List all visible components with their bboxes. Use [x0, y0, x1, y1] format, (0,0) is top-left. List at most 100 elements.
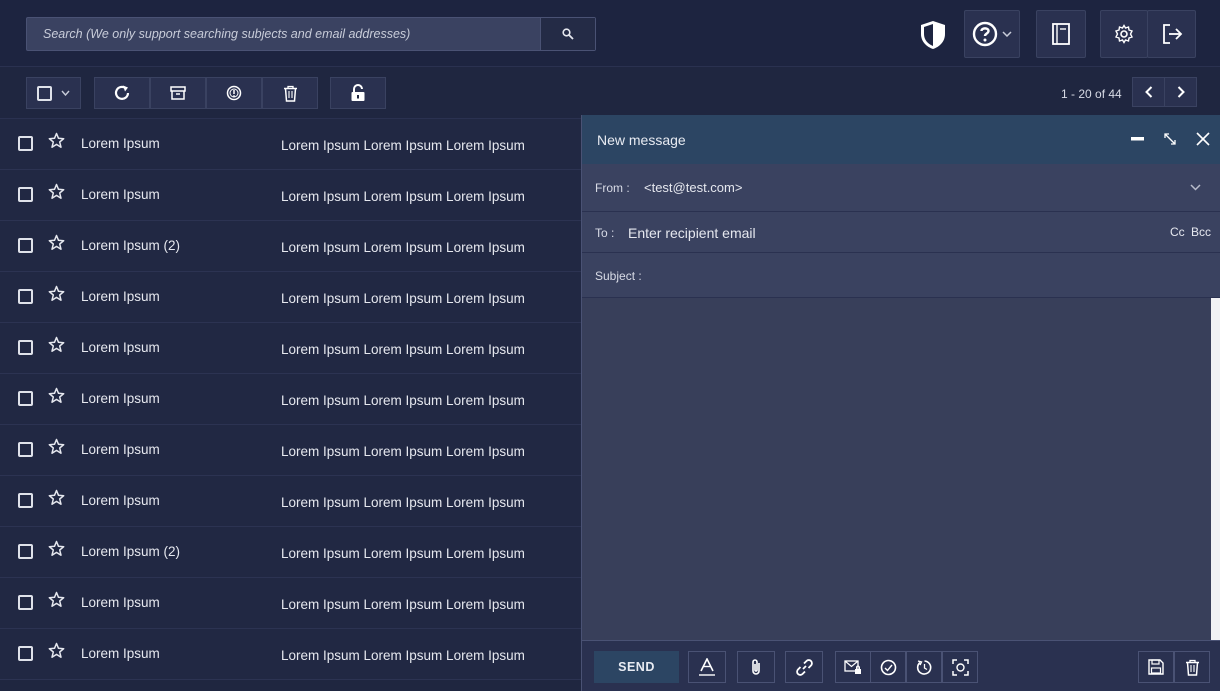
table-row[interactable]: Lorem Ipsum Lorem Ipsum Lorem Ipsum Lorem… — [0, 170, 582, 221]
compose-title: New message — [597, 131, 686, 148]
delete-button[interactable] — [262, 77, 318, 109]
gear-icon — [1114, 24, 1134, 44]
recipient-input[interactable] — [628, 223, 1148, 243]
table-row[interactable]: Lorem Ipsum Lorem Ipsum Lorem Ipsum Lorem… — [0, 629, 582, 680]
timer-icon — [880, 659, 897, 676]
message-sender: Lorem Ipsum — [81, 187, 160, 202]
settings-button[interactable] — [1100, 10, 1148, 58]
search-icon — [562, 28, 574, 40]
message-subject: Lorem Ipsum Lorem Ipsum Lorem Ipsum — [281, 444, 525, 459]
attach-button[interactable] — [737, 651, 775, 683]
message-subject: Lorem Ipsum Lorem Ipsum Lorem Ipsum — [281, 597, 525, 612]
table-row[interactable]: Lorem Ipsum Lorem Ipsum Lorem Ipsum Lorem… — [0, 323, 582, 374]
subject-field: Subject : — [582, 253, 1220, 298]
star-icon[interactable] — [48, 540, 65, 557]
star-icon[interactable] — [48, 489, 65, 506]
star-icon[interactable] — [48, 183, 65, 200]
text-format-icon — [699, 658, 715, 676]
message-sender: Lorem Ipsum (2) — [81, 238, 181, 253]
select-all-checkbox[interactable] — [37, 85, 52, 101]
table-row[interactable]: Lorem Ipsum Lorem Ipsum Lorem Ipsum Lorem… — [0, 578, 582, 629]
table-row[interactable]: Lorem Ipsum Lorem Ipsum Lorem Ipsum Lorem… — [0, 476, 582, 527]
table-row[interactable]: Lorem Ipsum Lorem Ipsum Lorem Ipsum Lorem… — [0, 272, 582, 323]
message-sender: Lorem Ipsum — [81, 442, 160, 457]
paperclip-icon — [750, 658, 762, 676]
text-format-button[interactable] — [688, 651, 726, 683]
more-options-button[interactable] — [942, 651, 978, 683]
bcc-button[interactable]: Bcc — [1191, 225, 1211, 239]
encrypt-mail-button[interactable] — [835, 651, 871, 683]
message-sender: Lorem Ipsum — [81, 493, 160, 508]
expiration-button[interactable] — [870, 651, 906, 683]
help-icon — [972, 21, 998, 47]
scrollbar[interactable] — [1211, 298, 1220, 640]
table-row[interactable]: Lorem Ipsum Lorem Ipsum Lorem Ipsum Lorem… — [0, 119, 582, 170]
save-draft-button[interactable] — [1138, 651, 1174, 683]
star-icon[interactable] — [48, 132, 65, 149]
star-icon[interactable] — [48, 285, 65, 302]
table-row[interactable]: Lorem Ipsum Lorem Ipsum Lorem Ipsum Lorem… — [0, 425, 582, 476]
help-button[interactable] — [964, 10, 1020, 58]
refresh-button[interactable] — [94, 77, 150, 109]
focus-frame-icon — [951, 658, 969, 676]
message-subject: Lorem Ipsum Lorem Ipsum Lorem Ipsum — [281, 546, 525, 561]
row-checkbox[interactable] — [18, 544, 33, 559]
row-checkbox[interactable] — [18, 442, 33, 457]
shield-icon[interactable] — [919, 20, 947, 50]
message-sender: Lorem Ipsum — [81, 136, 160, 151]
star-icon[interactable] — [48, 387, 65, 404]
subject-input[interactable] — [644, 265, 1204, 285]
row-checkbox[interactable] — [18, 187, 33, 202]
table-row[interactable]: Lorem Ipsum (2) Lorem Ipsum Lorem Ipsum L… — [0, 527, 582, 578]
previous-page-button[interactable] — [1132, 77, 1165, 107]
pagination-text: 1 - 20 of 44 — [1061, 87, 1122, 101]
spam-button[interactable] — [206, 77, 262, 109]
chevron-down-icon — [1002, 31, 1012, 37]
cc-button[interactable]: Cc — [1170, 225, 1185, 239]
message-subject: Lorem Ipsum Lorem Ipsum Lorem Ipsum — [281, 138, 525, 153]
logout-button[interactable] — [1147, 10, 1196, 58]
next-page-button[interactable] — [1164, 77, 1197, 107]
message-subject: Lorem Ipsum Lorem Ipsum Lorem Ipsum — [281, 240, 525, 255]
message-subject: Lorem Ipsum Lorem Ipsum Lorem Ipsum — [281, 648, 525, 663]
table-row[interactable]: Lorem Ipsum (2) Lorem Ipsum Lorem Ipsum L… — [0, 221, 582, 272]
message-subject: Lorem Ipsum Lorem Ipsum Lorem Ipsum — [281, 189, 525, 204]
send-button[interactable]: SEND — [594, 651, 679, 683]
link-icon — [795, 658, 813, 676]
message-sender: Lorem Ipsum — [81, 289, 160, 304]
star-icon[interactable] — [48, 642, 65, 659]
unlock-button[interactable] — [330, 77, 386, 109]
archive-button[interactable] — [150, 77, 206, 109]
star-icon[interactable] — [48, 591, 65, 608]
search-button[interactable] — [540, 18, 595, 50]
trash-icon — [283, 85, 298, 102]
expand-icon[interactable] — [1163, 132, 1177, 146]
row-checkbox[interactable] — [18, 646, 33, 661]
search-input[interactable] — [27, 18, 540, 50]
table-row[interactable]: Lorem Ipsum Lorem Ipsum Lorem Ipsum Lorem… — [0, 374, 582, 425]
refresh-icon — [113, 84, 131, 102]
message-list: Lorem Ipsum Lorem Ipsum Lorem Ipsum Lorem… — [0, 119, 582, 680]
row-checkbox[interactable] — [18, 391, 33, 406]
star-icon[interactable] — [48, 438, 65, 455]
message-body[interactable] — [582, 298, 1211, 640]
discard-button[interactable] — [1174, 651, 1210, 683]
schedule-button[interactable] — [906, 651, 942, 683]
notebook-button[interactable] — [1036, 10, 1086, 58]
row-checkbox[interactable] — [18, 238, 33, 253]
minimize-icon[interactable] — [1131, 137, 1144, 141]
from-field[interactable]: From : <test@test.com> — [582, 164, 1220, 212]
row-checkbox[interactable] — [18, 136, 33, 151]
chevron-down-icon[interactable] — [1190, 184, 1201, 191]
link-button[interactable] — [785, 651, 823, 683]
select-all-dropdown[interactable] — [26, 77, 81, 109]
from-label: From : — [595, 181, 630, 195]
row-checkbox[interactable] — [18, 493, 33, 508]
trash-icon — [1185, 659, 1200, 676]
row-checkbox[interactable] — [18, 340, 33, 355]
row-checkbox[interactable] — [18, 595, 33, 610]
star-icon[interactable] — [48, 336, 65, 353]
star-icon[interactable] — [48, 234, 65, 251]
row-checkbox[interactable] — [18, 289, 33, 304]
close-icon[interactable] — [1196, 132, 1210, 146]
